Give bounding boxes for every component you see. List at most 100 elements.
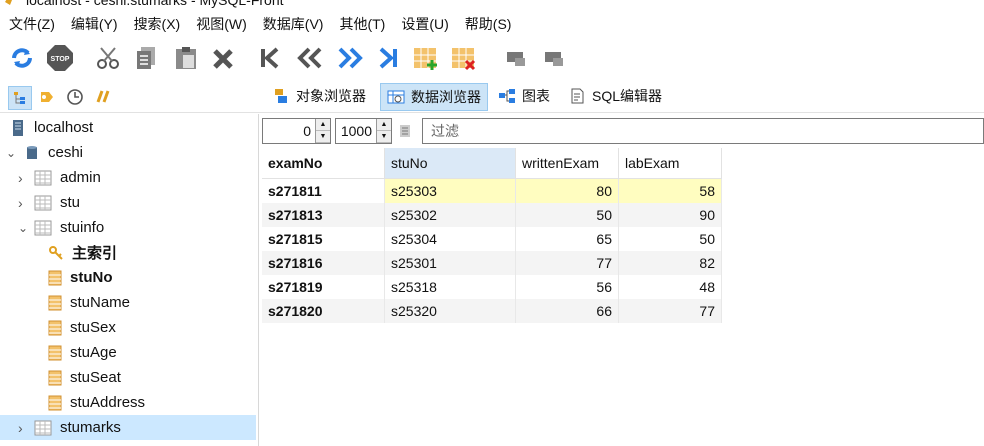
grid-cell-stuno[interactable]: s25303 [384,178,516,203]
grid-cell-labexam[interactable]: 48 [618,275,722,299]
grid-cell-labexam[interactable]: 58 [618,178,722,203]
menu-search[interactable]: 搜索(X) [125,12,188,36]
dolphin-app-icon [5,0,12,5]
column-header-labexam[interactable]: labExam [618,148,722,179]
grid-cell-stuno[interactable]: s25304 [384,227,516,251]
tree-database-ceshi[interactable]: ⌄ ceshi [6,140,83,165]
copy-icon[interactable] [130,42,162,74]
tree-field-stuname[interactable]: stuName [48,290,130,315]
tree-table-stumarks[interactable]: › stumarks [0,415,256,440]
data-browser: 0 ▲ ▼ 1000 ▲ ▼ 过滤 examNo stuNo writtenEx… [260,114,984,446]
grid-cell-examno[interactable]: s271811 [262,178,385,203]
spin-up-icon[interactable]: ▲ [377,119,391,131]
table-row[interactable]: s271815 s25304 65 50 [262,227,722,251]
grid-cell-stuno[interactable]: s25318 [384,275,516,299]
limit-value[interactable]: 1000 [336,123,376,139]
pager-bar: 0 ▲ ▼ 1000 ▲ ▼ 过滤 [262,117,984,145]
grid-cell-examno[interactable]: s271820 [262,299,385,323]
grid-cell-writtenexam[interactable]: 50 [515,203,619,227]
spin-down-icon[interactable]: ▼ [316,131,330,143]
delete-icon[interactable] [208,42,240,74]
grid-cell-examno[interactable]: s271813 [262,203,385,227]
grid-cell-examno[interactable]: s271819 [262,275,385,299]
grid-cell-writtenexam[interactable]: 77 [515,251,619,275]
filter-input[interactable]: 过滤 [422,118,984,144]
table-row[interactable]: s271816 s25301 77 82 [262,251,722,275]
grid-cell-labexam[interactable]: 77 [618,299,722,323]
tab-data-browser[interactable]: 数据浏览器 [380,83,488,111]
tree-field-stuaddress[interactable]: stuAddress [48,390,145,415]
grid-cell-writtenexam[interactable]: 56 [515,275,619,299]
tree-field-stuseat[interactable]: stuSeat [48,365,121,390]
tab-label: 数据浏览器 [411,89,481,105]
tree-table-admin[interactable]: › admin [18,165,101,190]
refresh-icon[interactable] [6,42,38,74]
sql-editor-icon [571,88,584,104]
table-row[interactable]: s271820 s25320 66 77 [262,299,722,323]
sql-builder-icon[interactable] [92,86,114,108]
field-icon [48,295,62,310]
grid-cell-examno[interactable]: s271815 [262,227,385,251]
grid-cell-labexam[interactable]: 50 [618,227,722,251]
offset-value[interactable]: 0 [263,123,315,139]
column-header-writtenexam[interactable]: writtenExam [515,148,619,179]
chevron-down-icon[interactable]: ⌄ [18,221,30,235]
grid-cell-writtenexam[interactable]: 80 [515,178,619,203]
paste-icon[interactable] [170,42,202,74]
table-icon [34,220,52,235]
menu-other[interactable]: 其他(T) [330,12,392,36]
first-record-icon[interactable] [254,42,286,74]
previous-icon[interactable] [294,42,326,74]
tree-view-icon[interactable] [8,86,32,110]
chevron-down-icon[interactable]: ⌄ [6,146,20,160]
limit-spinner[interactable]: 1000 ▲ ▼ [335,118,392,144]
tab-diagram[interactable]: 图表 [492,83,556,109]
menu-help[interactable]: 帮助(S) [456,12,519,36]
table-row[interactable]: s271819 s25318 56 48 [262,275,722,299]
grid-cell-labexam[interactable]: 90 [618,203,722,227]
tree-index-primary[interactable]: 主索引 [48,240,117,265]
grid-cell-labexam[interactable]: 82 [618,251,722,275]
menu-edit[interactable]: 编辑(Y) [62,12,125,36]
cut-icon[interactable] [92,42,124,74]
chevron-right-icon[interactable]: › [18,420,30,436]
table-row[interactable]: s271811 s25303 80 58 [262,178,722,203]
stop-icon[interactable]: STOP [44,42,76,74]
favorites-icon[interactable] [36,86,58,108]
grid-cell-stuno[interactable]: s25320 [384,299,516,323]
column-header-examno[interactable]: examNo [262,148,385,179]
spin-up-icon[interactable]: ▲ [316,119,330,131]
menu-file[interactable]: 文件(Z) [0,12,62,36]
grid-cell-stuno[interactable]: s25302 [384,203,516,227]
menu-view[interactable]: 视图(W) [187,12,254,36]
grid-header-row: examNo stuNo writtenExam labExam [262,148,722,179]
tab-label: 对象浏览器 [296,88,366,104]
grid-cell-stuno[interactable]: s25301 [384,251,516,275]
table-row[interactable]: s271813 s25302 50 90 [262,203,722,227]
grid-cell-examno[interactable]: s271816 [262,251,385,275]
chevron-right-icon[interactable]: › [18,195,30,211]
history-icon[interactable] [64,86,86,108]
tree-field-stuage[interactable]: stuAge [48,340,117,365]
offset-spinner[interactable]: 0 ▲ ▼ [262,118,331,144]
column-header-stuno[interactable]: stuNo [384,148,516,179]
grid-cell-writtenexam[interactable]: 66 [515,299,619,323]
delete-record-icon[interactable] [448,42,480,74]
filter-toggle-icon[interactable] [392,123,418,139]
menu-settings[interactable]: 设置(U) [392,12,455,36]
last-record-icon[interactable] [372,42,404,74]
tree-server-localhost[interactable]: localhost [10,115,93,140]
tab-object-browser[interactable]: 对象浏览器 [266,83,372,109]
tab-sql-editor[interactable]: SQL编辑器 [562,83,668,109]
spin-down-icon[interactable]: ▼ [377,131,391,143]
chevron-right-icon[interactable]: › [18,170,30,186]
menu-database[interactable]: 数据库(V) [254,12,331,36]
svg-text:STOP: STOP [51,56,70,63]
tree-field-stusex[interactable]: stuSex [48,315,116,340]
tree-table-stu[interactable]: › stu [18,190,80,215]
next-icon[interactable] [334,42,366,74]
insert-record-icon[interactable] [410,42,442,74]
grid-cell-writtenexam[interactable]: 65 [515,227,619,251]
tree-table-stuinfo[interactable]: ⌄ stuinfo [18,215,104,240]
tree-field-stuno[interactable]: stuNo [48,265,113,290]
